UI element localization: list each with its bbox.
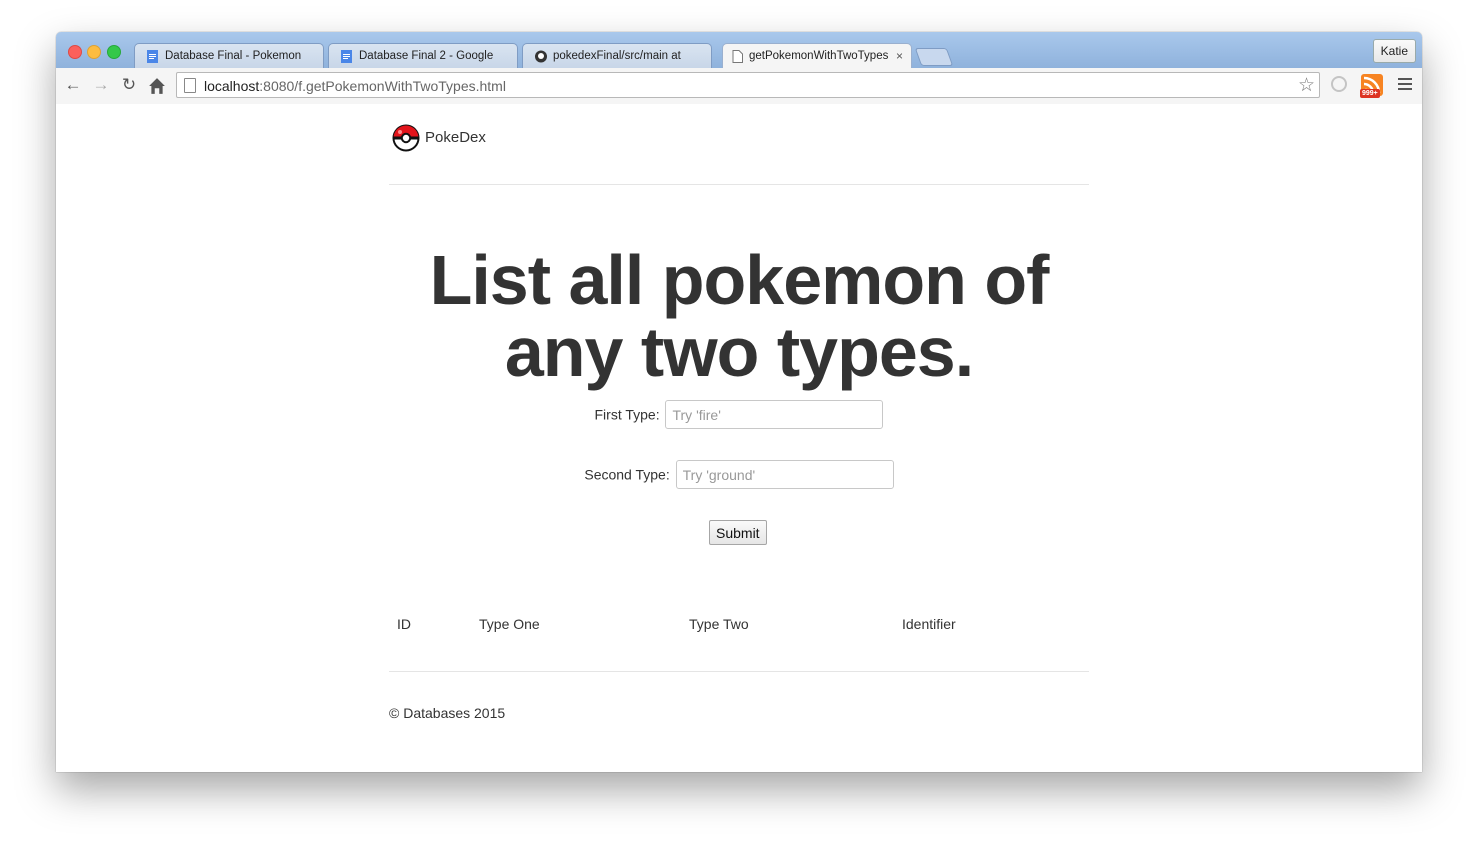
tab-database-final-2-google[interactable]: Database Final 2 - Google (328, 43, 518, 68)
footer-divider (389, 671, 1089, 672)
minimize-window-button[interactable] (87, 45, 101, 59)
url-host: localhost (204, 78, 260, 94)
first-type-input[interactable] (665, 400, 884, 429)
close-window-button[interactable] (68, 45, 82, 59)
tab-title: getPokemonWithTwoTypes (749, 50, 889, 62)
page-title: List all pokemon of any two types. (429, 241, 1050, 391)
tab-title: Database Final - Pokemon (165, 50, 302, 62)
tab-close-icon[interactable]: × (896, 49, 903, 63)
column-header-identifier: Identifier (902, 616, 956, 632)
submit-button[interactable]: Submit (709, 520, 767, 545)
forward-icon[interactable]: → (92, 76, 110, 94)
tab-getpokemonwithtwotypes[interactable]: getPokemonWithTwoTypes × (722, 43, 912, 68)
reload-icon[interactable]: ↻ (120, 76, 138, 94)
column-header-type-two: Type Two (689, 616, 749, 632)
address-bar[interactable]: localhost:8080/f.getPokemonWithTwoTypes.… (176, 72, 1320, 98)
browser-toolbar: ← → ↻ localhost:8080/f.getPokemonWithTwo… (56, 68, 1422, 105)
google-docs-icon (147, 50, 158, 63)
page-content: PokeDex List all pokemon of any two type… (56, 104, 1422, 772)
url-text[interactable]: localhost:8080/f.getPokemonWithTwoTypes.… (204, 78, 506, 94)
profile-button[interactable]: Katie (1372, 39, 1416, 63)
menu-icon[interactable] (1398, 78, 1412, 93)
second-type-input[interactable] (675, 460, 894, 489)
tab-title: pokedexFinal/src/main at (553, 50, 681, 62)
zoom-window-button[interactable] (107, 45, 121, 59)
rss-badge: 999+ (1360, 89, 1380, 98)
page-icon (184, 78, 196, 93)
second-type-row: Second Type: (389, 460, 1089, 489)
tab-strip: Database Final - Pokemon Database Final … (56, 32, 1422, 68)
page-icon (732, 50, 743, 63)
pokeball-icon (392, 124, 420, 152)
github-icon (535, 50, 547, 63)
brand-name: PokeDex (425, 129, 486, 146)
url-path: :8080/f.getPokemonWithTwoTypes.html (259, 78, 506, 94)
google-docs-icon (341, 50, 352, 63)
tab-database-final-pokemon[interactable]: Database Final - Pokemon (134, 43, 324, 68)
first-type-label: First Type: (594, 406, 660, 423)
column-header-type-one: Type One (479, 616, 540, 632)
tab-pokedexfinal-src-main[interactable]: pokedexFinal/src/main at (522, 43, 712, 68)
bookmark-star-icon[interactable]: ☆ (1298, 74, 1315, 97)
extension-icon[interactable] (1331, 76, 1347, 92)
column-header-id: ID (397, 616, 411, 632)
new-tab-button[interactable] (914, 48, 954, 66)
footer-text: © Databases 2015 (389, 705, 506, 721)
second-type-label: Second Type: (584, 466, 670, 483)
browser-window: Database Final - Pokemon Database Final … (56, 32, 1422, 772)
header-divider (389, 184, 1089, 185)
back-icon[interactable]: ← (64, 76, 82, 94)
tab-title: Database Final 2 - Google (359, 50, 494, 62)
home-icon[interactable] (148, 77, 166, 95)
first-type-row: First Type: (389, 400, 1089, 429)
